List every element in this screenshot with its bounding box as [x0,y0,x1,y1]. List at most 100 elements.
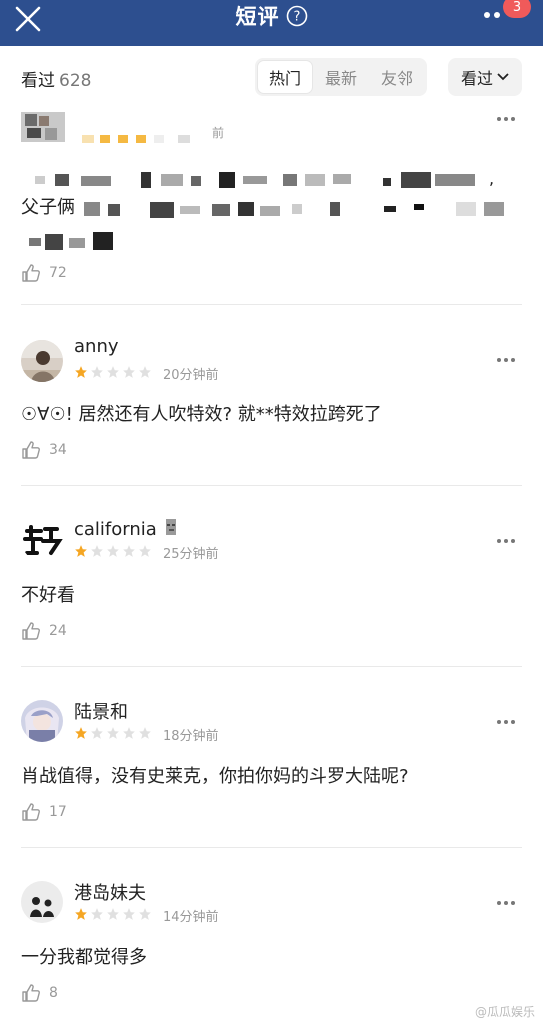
thumbs-up-icon [22,803,40,821]
anime-avatar-icon [21,700,63,742]
star-empty-icon [123,908,135,920]
star-rating [74,544,154,558]
star-empty-icon [91,908,103,920]
page-title: 短评 [235,5,280,29]
help-icon[interactable]: ? [286,5,308,27]
star-empty-icon [107,366,119,378]
notification-badge: 3 [503,0,531,18]
like-button[interactable]: 17 [21,803,67,821]
star-empty-icon [139,545,151,557]
like-count: 72 [49,265,67,281]
star-empty-icon [91,545,103,557]
star-empty-icon [91,727,103,739]
like-button[interactable]: 24 [21,622,67,640]
star-empty-icon [139,727,151,739]
more-icon[interactable] [483,10,505,20]
avatar[interactable] [21,519,63,561]
thumbs-up-icon [22,622,40,640]
avatar[interactable] [21,881,63,923]
censored-text-line-3 [29,232,113,250]
more-options-icon[interactable] [496,719,516,725]
more-options-icon[interactable] [496,357,516,363]
star-empty-icon [91,366,103,378]
avatar[interactable] [21,340,63,382]
censored-text-line-2 [84,202,504,218]
username[interactable]: california [74,517,179,540]
moai-emoji-icon [165,519,176,535]
watched-count: 看过 628 [21,66,91,91]
comment-text: 肖战值得，没有史莱克，你拍你妈的斗罗大陆呢? [21,766,409,787]
star-empty-icon [107,545,119,557]
watched-count-value: 628 [59,71,92,91]
watched-count-label: 看过 [21,71,55,91]
comment-text: 一分我都觉得多 [21,947,147,968]
like-count: 34 [49,442,67,458]
star-empty-icon [139,366,151,378]
watermark: @瓜瓜娱乐 [474,1005,535,1019]
star-rating [74,726,154,740]
calligraphy-avatar-icon [21,519,63,561]
star-empty-icon [123,545,135,557]
comment-item: anny 20分钟前 ☉∀☉! 居然还有人吹特效? 就**特效拉跨死了 34 [0,305,543,486]
blurred-rating-icon [82,135,190,143]
title-area: 短评 ? [0,0,543,32]
like-button[interactable]: 72 [21,264,67,282]
top-nav-bar: 短评 ? 3 [0,0,543,46]
comment-item: 港岛妹夫 14分钟前 一分我都觉得多 8 [0,848,543,1024]
like-count: 24 [49,623,67,639]
tab-latest[interactable]: 最新 [313,58,369,96]
thumbs-up-icon [22,984,40,1002]
watched-filter-dropdown[interactable]: 看过 [448,58,522,96]
svg-text:,: , [489,170,494,188]
chevron-down-icon [497,73,509,81]
star-empty-icon [123,366,135,378]
username-text: california [74,519,157,540]
star-empty-icon [107,908,119,920]
username[interactable]: anny [74,336,119,357]
comment-time: 20分钟前 [163,368,219,383]
avatar[interactable] [21,112,65,142]
filter-bar: 看过 628 热门 最新 友邻 看过 [0,46,543,108]
like-button[interactable]: 8 [21,984,58,1002]
comment-feed[interactable]: 前 , 父子俩 72 anny 20分钟前 ☉∀☉! 居然还有人吹特效? 就**… [0,108,543,1024]
thumbs-up-icon [22,441,40,459]
star-empty-icon [107,727,119,739]
comment-text: 不好看 [21,585,75,606]
more-options-icon[interactable] [496,116,516,122]
tab-hot[interactable]: 热门 [257,60,313,94]
like-count: 8 [49,985,58,1001]
tab-friends[interactable]: 友邻 [369,58,425,96]
username[interactable]: 陆景和 [74,698,128,724]
username[interactable]: 港岛妹夫 [74,879,146,905]
avatar[interactable] [21,700,63,742]
censored-text-prefix: 父子俩 [21,197,75,218]
star-empty-icon [123,727,135,739]
comment-time: 前 [212,126,225,140]
watched-filter-label: 看过 [460,69,493,88]
comment-time: 14分钟前 [163,910,219,925]
star-filled-icon [75,727,87,739]
star-filled-icon [75,366,87,378]
star-rating [74,365,154,379]
comment-item: 陆景和 18分钟前 肖战值得，没有史莱克，你拍你妈的斗罗大陆呢? 17 [0,667,543,848]
user-photo-icon [21,340,63,382]
comment-text: ☉∀☉! 居然还有人吹特效? 就**特效拉跨死了 [21,404,382,425]
censored-text-line-1: , [35,170,494,188]
thumbs-up-icon [22,264,40,282]
sort-segmented-control: 热门 最新 友邻 [255,58,427,96]
comment-time: 25分钟前 [163,547,219,562]
comment-item-censored: 前 , 父子俩 72 [0,108,543,305]
comment-time: 18分钟前 [163,729,219,744]
pixelated-avatar-icon [21,112,65,142]
svg-text:?: ? [293,10,300,25]
more-options-icon[interactable] [496,900,516,906]
star-filled-icon [75,545,87,557]
comment-item: california 25分钟前 不好看 24 [0,486,543,667]
like-count: 17 [49,804,67,820]
star-empty-icon [139,908,151,920]
silhouette-avatar-icon [21,881,63,923]
censored-username-stars [74,130,214,149]
more-options-icon[interactable] [496,538,516,544]
like-button[interactable]: 34 [21,441,67,459]
star-filled-icon [75,908,87,920]
